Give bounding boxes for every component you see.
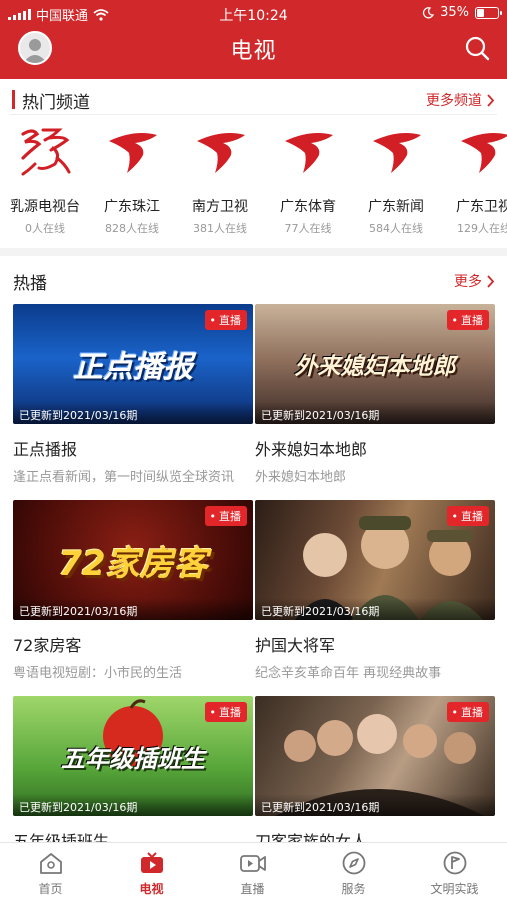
channel-item[interactable]: 广东体育 77人在线: [264, 120, 352, 236]
more-channels-link[interactable]: 更多频道: [426, 90, 495, 110]
show-title: 外来媳妇本地郎: [255, 440, 368, 459]
show-card[interactable]: 直播 已更新到2021/03/16期 护国大将军 纪念辛亥革命百年 再现经典故事: [255, 500, 495, 681]
update-label: 已更新到2021/03/16期: [255, 794, 495, 816]
show-thumbnail[interactable]: 外来媳妇本地郎 直播 已更新到2021/03/16期: [255, 304, 495, 424]
tv-icon: [140, 852, 163, 873]
channel-name: 广东体育: [280, 199, 336, 215]
tab-bar: 首页 电视 直播 服务 文明实践: [0, 842, 507, 900]
page-title: 电视: [230, 39, 277, 64]
moon-icon: [423, 6, 435, 18]
show-description: 粤语电视短剧：小市民的生活: [13, 666, 183, 681]
viewer-count: 828人在线: [105, 222, 159, 235]
update-label: 已更新到2021/03/16期: [13, 794, 253, 816]
tab-services[interactable]: 服务: [303, 849, 404, 897]
show-description: 纪念辛亥革命百年 再现经典故事: [255, 666, 442, 681]
tab-label: 电视: [139, 882, 164, 896]
channel-item[interactable]: 南方卫视 381人在线: [176, 120, 264, 236]
app-header: 中国联通 上午10:24 35% 电视: [0, 0, 507, 79]
channel-item[interactable]: 广东珠江 828人在线: [88, 120, 176, 236]
nav-bar: 电视: [0, 26, 507, 79]
more-label: 更多: [454, 274, 482, 290]
live-badge: 直播: [204, 702, 247, 722]
hot-play-header: 热播 更多: [0, 262, 507, 298]
section-title: 热门频道: [22, 93, 90, 113]
viewer-count: 129人在线: [457, 222, 507, 235]
channel-item[interactable]: 乳源电视台 0人在线: [1, 120, 89, 236]
more-channels-label: 更多频道: [426, 93, 482, 109]
show-thumbnail[interactable]: 正点播报 直播 已更新到2021/03/16期: [13, 304, 253, 424]
live-badge: 直播: [446, 310, 489, 330]
battery-icon: [475, 6, 502, 19]
show-title: 72家房客: [13, 636, 82, 655]
flag-icon: [443, 851, 466, 875]
search-icon[interactable]: [463, 34, 491, 62]
section-title: 热播: [13, 274, 47, 294]
channel-name: 广东珠江: [104, 199, 160, 215]
channel-name: 乳源电视台: [10, 199, 80, 215]
live-camera-icon: [239, 855, 266, 872]
show-thumbnail[interactable]: 72家房客 直播 已更新到2021/03/16期: [13, 500, 253, 620]
tab-civilization-practice[interactable]: 文明实践: [404, 849, 505, 897]
chevron-right-icon: [487, 274, 495, 288]
show-title: 护国大将军: [255, 636, 336, 655]
update-label: 已更新到2021/03/16期: [13, 598, 253, 620]
live-badge: 直播: [446, 702, 489, 722]
update-label: 已更新到2021/03/16期: [255, 402, 495, 424]
show-card[interactable]: 72家房客 直播 已更新到2021/03/16期 72家房客 粤语电视短剧：小市…: [13, 500, 253, 681]
more-link[interactable]: 更多: [454, 271, 495, 291]
update-label: 已更新到2021/03/16期: [255, 598, 495, 620]
gdtv-logo-icon: [373, 133, 421, 173]
hot-channels-header: 热门频道 更多频道: [0, 81, 507, 117]
show-thumbnail[interactable]: 直播 已更新到2021/03/16期: [255, 696, 495, 816]
update-label: 已更新到2021/03/16期: [13, 402, 253, 424]
show-description: 外来媳妇本地郎: [255, 470, 347, 485]
channel-name: 广东新闻: [368, 199, 424, 215]
status-bar: 中国联通 上午10:24 35%: [0, 0, 507, 26]
compass-icon: [342, 851, 365, 875]
gdtv-logo-icon: [461, 133, 507, 173]
tab-label: 服务: [341, 882, 366, 896]
live-badge: 直播: [446, 506, 489, 526]
tab-label: 文明实践: [430, 882, 479, 896]
channel-name: 广东卫视: [456, 199, 507, 215]
channel-name: 南方卫视: [192, 199, 248, 215]
channel-item[interactable]: 广东卫视 129人在线: [440, 120, 507, 236]
ruyuan-tv-logo-icon: [21, 128, 71, 176]
viewer-count: 0人在线: [25, 222, 65, 235]
tab-live[interactable]: 直播: [202, 849, 303, 897]
show-card[interactable]: 外来媳妇本地郎 直播 已更新到2021/03/16期 外来媳妇本地郎 外来媳妇本…: [255, 304, 495, 485]
tab-label: 首页: [38, 882, 63, 896]
chevron-right-icon: [487, 93, 495, 107]
tab-tv[interactable]: 电视: [101, 849, 202, 897]
show-title: 正点播报: [13, 440, 78, 459]
viewer-count: 77人在线: [284, 222, 332, 235]
channel-list: 乳源电视台 0人在线 广东珠江 828人在线 南方卫视 381人在线 广东体育 …: [0, 120, 507, 248]
section-marker: [12, 90, 15, 109]
show-card[interactable]: 正点播报 直播 已更新到2021/03/16期 正点播报 逢正点看新闻，第一时间…: [13, 304, 253, 485]
gdtv-logo-icon: [285, 133, 333, 173]
tab-label: 直播: [240, 882, 265, 896]
show-description: 逢正点看新闻，第一时间纵览全球资讯: [13, 470, 235, 485]
tab-home[interactable]: 首页: [0, 849, 101, 897]
gdtv-logo-icon: [197, 133, 245, 173]
section-separator: [0, 248, 507, 256]
live-badge: 直播: [204, 506, 247, 526]
show-thumbnail[interactable]: 五年级插班生 直播 已更新到2021/03/16期: [13, 696, 253, 816]
viewer-count: 584人在线: [369, 222, 423, 235]
show-card[interactable]: 直播 已更新到2021/03/16期 刀客家族的女人: [255, 696, 495, 852]
viewer-count: 381人在线: [193, 222, 247, 235]
battery-percent: 35%: [440, 5, 469, 20]
divider: [10, 114, 497, 115]
show-thumbnail[interactable]: 直播 已更新到2021/03/16期: [255, 500, 495, 620]
home-icon: [39, 853, 62, 874]
live-badge: 直播: [204, 310, 247, 330]
gdtv-logo-icon: [109, 133, 157, 173]
channel-item[interactable]: 广东新闻 584人在线: [352, 120, 440, 236]
show-card[interactable]: 五年级插班生 直播 已更新到2021/03/16期 五年级插班生: [13, 696, 253, 852]
